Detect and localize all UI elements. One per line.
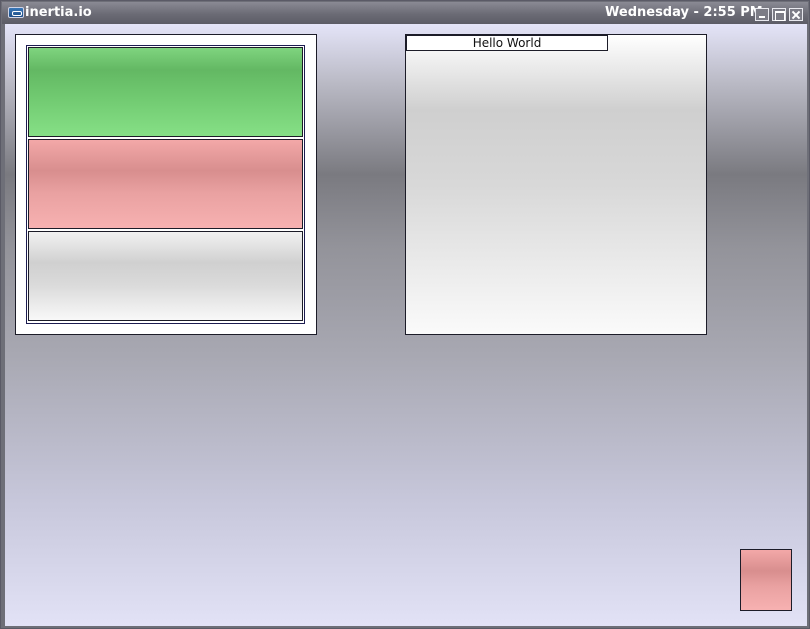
app-icon[interactable] xyxy=(8,7,24,18)
gray-block[interactable] xyxy=(28,231,303,321)
title-bar[interactable]: inertia.io Wednesday - 2:55 PM xyxy=(2,2,808,24)
green-block[interactable] xyxy=(28,47,303,137)
desktop-area: Hello World xyxy=(5,24,807,626)
close-button[interactable] xyxy=(789,8,803,21)
app-window: inertia.io Wednesday - 2:55 PM Hello Wor… xyxy=(0,0,810,629)
minimize-button[interactable] xyxy=(755,8,769,21)
clock-display: Wednesday - 2:55 PM xyxy=(605,5,763,20)
window-title: inertia.io xyxy=(25,5,92,20)
color-stack xyxy=(26,45,305,324)
hello-world-panel: Hello World xyxy=(405,34,707,335)
maximize-button[interactable] xyxy=(772,8,786,21)
small-pink-block[interactable] xyxy=(740,549,792,611)
hello-world-label[interactable]: Hello World xyxy=(406,35,608,51)
pink-block[interactable] xyxy=(28,139,303,229)
color-stack-panel xyxy=(15,34,317,335)
